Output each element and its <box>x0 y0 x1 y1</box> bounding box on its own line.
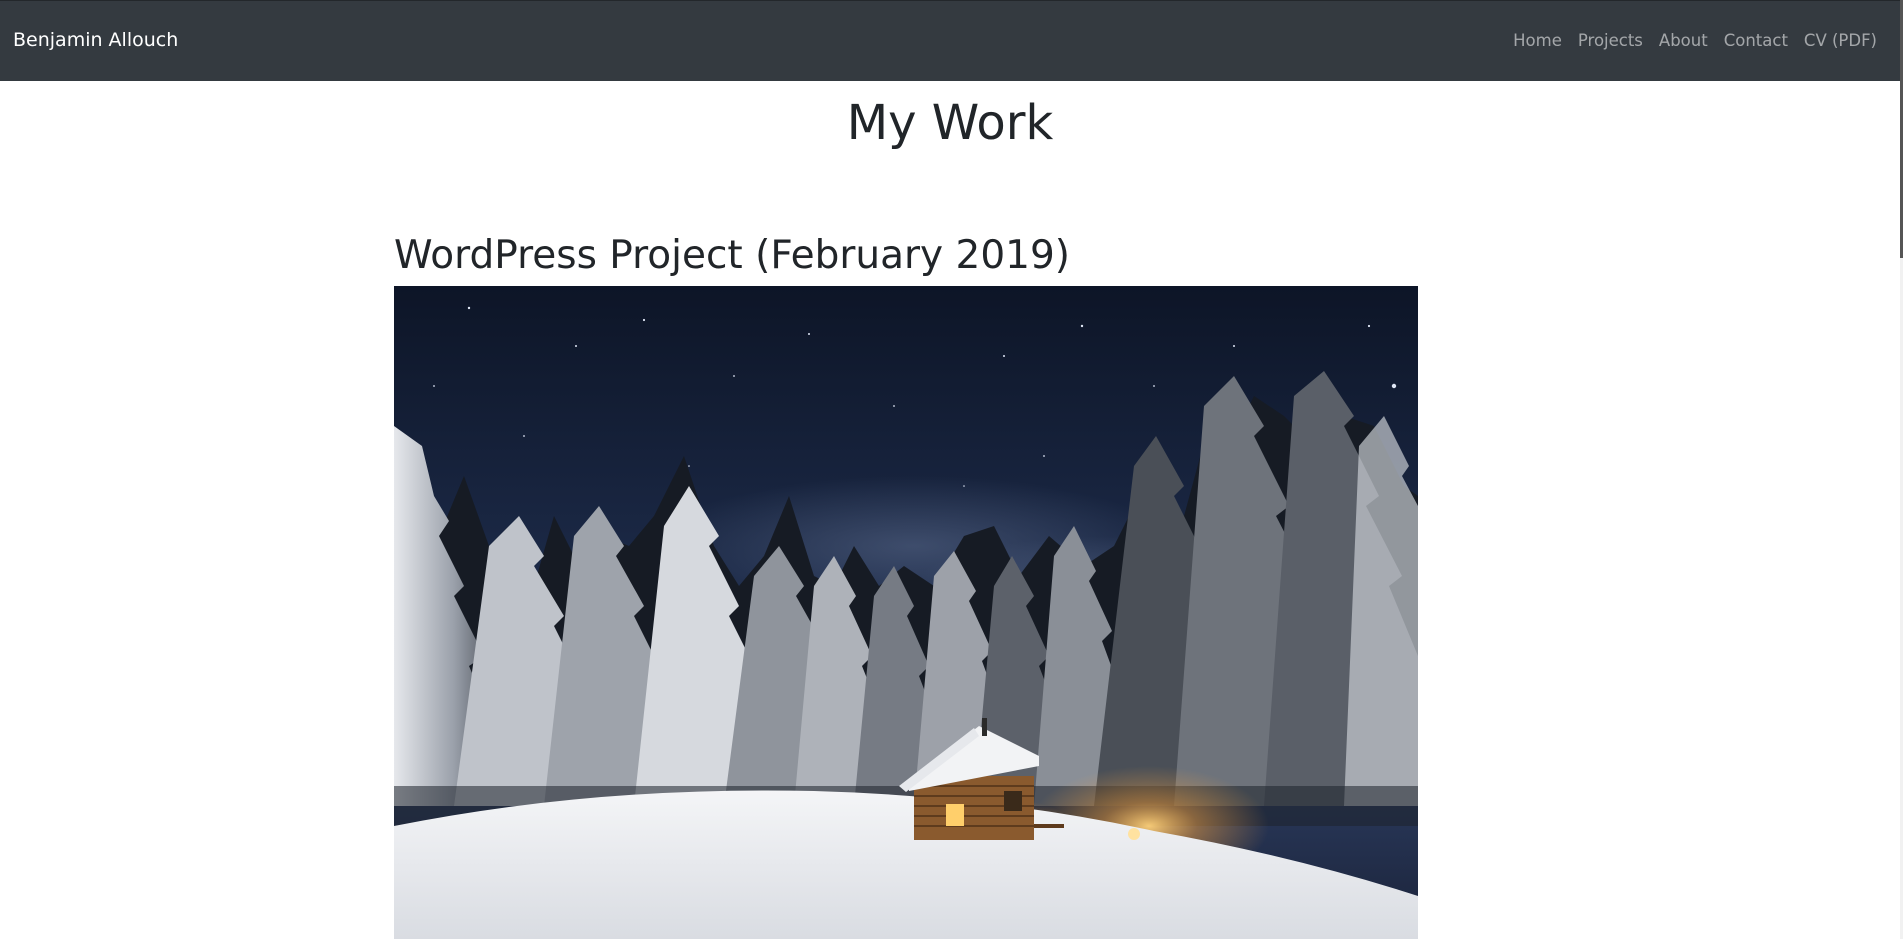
nav-item-home: Home <box>1513 30 1562 52</box>
nav-link-home[interactable]: Home <box>1513 31 1562 50</box>
brand-link[interactable]: Benjamin Allouch <box>13 28 178 52</box>
project-image[interactable] <box>394 286 1418 939</box>
project-card: WordPress Project (February 2019) <box>394 228 1418 939</box>
nav-item-contact: Contact <box>1724 30 1788 52</box>
nav-item-projects: Projects <box>1578 30 1643 52</box>
snowy-cabin-photo-icon <box>394 286 1418 939</box>
page-title: My Work <box>846 95 1054 151</box>
navbar: Benjamin Allouch Home Projects About Con… <box>0 0 1900 81</box>
nav-link-contact[interactable]: Contact <box>1724 31 1788 50</box>
nav-item-cv: CV (PDF) <box>1804 30 1877 52</box>
project-title: WordPress Project (February 2019) <box>394 233 1071 278</box>
nav-link-projects[interactable]: Projects <box>1578 31 1643 50</box>
nav-link-about[interactable]: About <box>1659 31 1708 50</box>
nav-item-about: About <box>1659 30 1708 52</box>
nav-links: Home Projects About Contact CV (PDF) <box>1513 30 1877 52</box>
nav-link-cv-pdf[interactable]: CV (PDF) <box>1804 31 1877 50</box>
